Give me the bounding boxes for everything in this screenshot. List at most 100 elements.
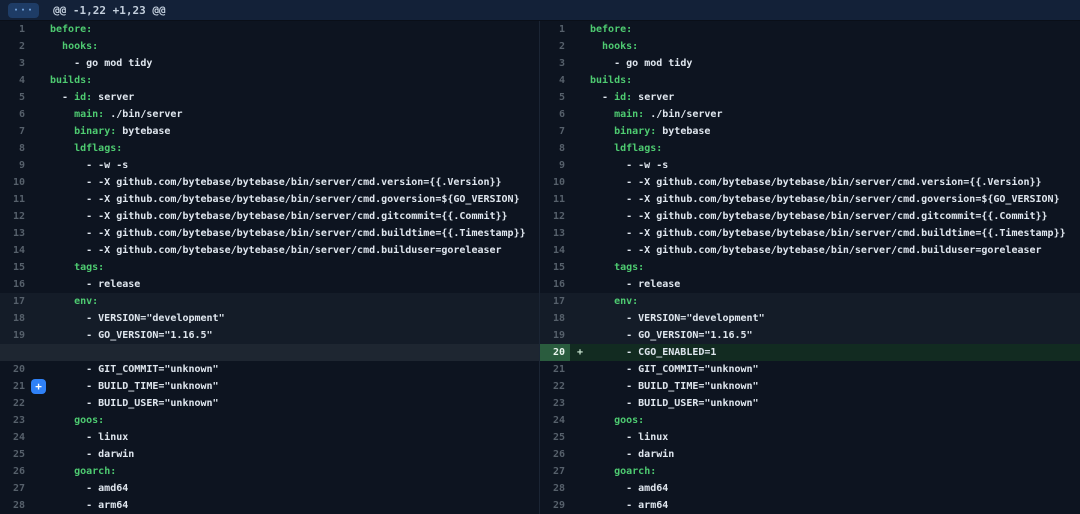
- diff-line: 27 - amd64: [0, 480, 539, 497]
- diff-line: 9 - -w -s: [540, 157, 1080, 174]
- added-plus-marker: +: [570, 344, 590, 361]
- line-number: 7: [540, 123, 570, 140]
- diff-line: 16 - release: [0, 276, 539, 293]
- line-number: 27: [540, 463, 570, 480]
- line-marker: [570, 259, 590, 276]
- line-number: 9: [540, 157, 570, 174]
- diff-line: 25 - darwin: [0, 446, 539, 463]
- line-number: 29: [540, 497, 570, 514]
- code-text: main: ./bin/server: [590, 106, 1080, 123]
- diff-line: 10 - -X github.com/bytebase/bytebase/bin…: [0, 174, 539, 191]
- code-text: ldflags:: [50, 140, 539, 157]
- code-text: goos:: [590, 412, 1080, 429]
- line-marker: [30, 123, 50, 140]
- code-text: - BUILD_USER="unknown": [50, 395, 539, 412]
- line-number: 11: [0, 191, 30, 208]
- line-number: 4: [540, 72, 570, 89]
- line-marker: [570, 497, 590, 514]
- line-number: 19: [540, 327, 570, 344]
- diff-line: 9 - -w -s: [0, 157, 539, 174]
- code-text: - go mod tidy: [50, 55, 539, 72]
- line-marker: [570, 38, 590, 55]
- diff-line: 21 - GIT_COMMIT="unknown": [540, 361, 1080, 378]
- code-text: - -X github.com/bytebase/bytebase/bin/se…: [50, 225, 539, 242]
- code-text: - -X github.com/bytebase/bytebase/bin/se…: [50, 174, 539, 191]
- line-number: 12: [540, 208, 570, 225]
- diff-line: 18 - VERSION="development": [540, 310, 1080, 327]
- line-number: [0, 344, 30, 361]
- code-text: tags:: [50, 259, 539, 276]
- line-marker: [30, 497, 50, 514]
- code-text: - VERSION="development": [50, 310, 539, 327]
- diff-line: 4builds:: [540, 72, 1080, 89]
- line-marker: [570, 446, 590, 463]
- line-marker: [30, 310, 50, 327]
- line-number: 13: [0, 225, 30, 242]
- diff-line: 8 ldflags:: [540, 140, 1080, 157]
- code-text: - id: server: [590, 89, 1080, 106]
- diff-line: 6 main: ./bin/server: [0, 106, 539, 123]
- diff-line: 11 - -X github.com/bytebase/bytebase/bin…: [540, 191, 1080, 208]
- line-number: 15: [540, 259, 570, 276]
- code-text: binary: bytebase: [50, 123, 539, 140]
- line-number: 11: [540, 191, 570, 208]
- code-text: - -w -s: [50, 157, 539, 174]
- line-number: 1: [0, 21, 30, 38]
- diff-line: 5 - id: server: [0, 89, 539, 106]
- code-text: - -w -s: [590, 157, 1080, 174]
- code-text: - go mod tidy: [590, 55, 1080, 72]
- line-marker: [30, 242, 50, 259]
- code-text: env:: [50, 293, 539, 310]
- line-number: 14: [0, 242, 30, 259]
- line-marker: [570, 225, 590, 242]
- line-number: 25: [540, 429, 570, 446]
- diff-pane-old: 1before:2 hooks:3 - go mod tidy4builds:5…: [0, 21, 540, 514]
- line-number: 6: [540, 106, 570, 123]
- line-marker: [570, 361, 590, 378]
- line-number: 3: [0, 55, 30, 72]
- code-text: builds:: [50, 72, 539, 89]
- line-number: 17: [0, 293, 30, 310]
- line-number: 5: [0, 89, 30, 106]
- add-comment-button[interactable]: +: [31, 379, 46, 394]
- diff-line: 14 - -X github.com/bytebase/bytebase/bin…: [540, 242, 1080, 259]
- code-text: - GIT_COMMIT="unknown": [590, 361, 1080, 378]
- code-text: - arm64: [590, 497, 1080, 514]
- diff-line: 4builds:: [0, 72, 539, 89]
- code-text: - release: [50, 276, 539, 293]
- line-number: 3: [540, 55, 570, 72]
- line-number: 25: [0, 446, 30, 463]
- line-marker: +: [30, 378, 50, 395]
- diff-line: 13 - -X github.com/bytebase/bytebase/bin…: [540, 225, 1080, 242]
- code-text: hooks:: [590, 38, 1080, 55]
- line-number: 28: [0, 497, 30, 514]
- more-options-button[interactable]: ···: [8, 3, 39, 18]
- line-marker: [30, 157, 50, 174]
- diff-line: 7 binary: bytebase: [540, 123, 1080, 140]
- code-text: - amd64: [590, 480, 1080, 497]
- diff-line: 23 goos:: [0, 412, 539, 429]
- diff-line: 19 - GO_VERSION="1.16.5": [540, 327, 1080, 344]
- diff-line: 19 - GO_VERSION="1.16.5": [0, 327, 539, 344]
- code-text: before:: [50, 21, 539, 38]
- diff-line: 16 - release: [540, 276, 1080, 293]
- code-text: - GIT_COMMIT="unknown": [50, 361, 539, 378]
- diff-line: 10 - -X github.com/bytebase/bytebase/bin…: [540, 174, 1080, 191]
- line-number: 2: [0, 38, 30, 55]
- diff-line: 5 - id: server: [540, 89, 1080, 106]
- code-text: - -X github.com/bytebase/bytebase/bin/se…: [590, 242, 1080, 259]
- line-number: 15: [0, 259, 30, 276]
- diff-line: 17 env:: [540, 293, 1080, 310]
- line-number: 22: [0, 395, 30, 412]
- line-marker: [570, 123, 590, 140]
- code-text: - -X github.com/bytebase/bytebase/bin/se…: [590, 208, 1080, 225]
- code-text: - -X github.com/bytebase/bytebase/bin/se…: [50, 242, 539, 259]
- line-number: 6: [0, 106, 30, 123]
- diff-toolbar: ··· @@ -1,22 +1,23 @@: [0, 0, 1080, 21]
- line-number: 14: [540, 242, 570, 259]
- line-marker: [30, 225, 50, 242]
- line-number: 18: [540, 310, 570, 327]
- line-marker: [30, 259, 50, 276]
- code-text: - GO_VERSION="1.16.5": [50, 327, 539, 344]
- code-text: goos:: [50, 412, 539, 429]
